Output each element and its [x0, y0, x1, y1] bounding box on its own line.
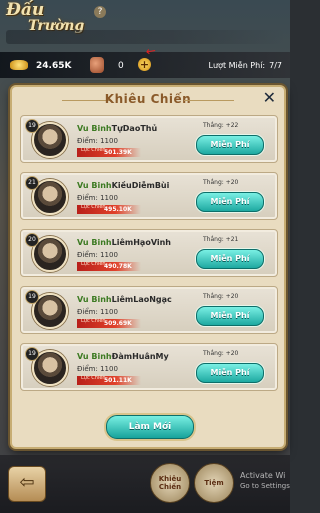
- opponent-card: 20 Vu BinhLiêmHạoVinh Điểm: 1100 Lực Chi…: [20, 229, 278, 277]
- free-challenge-button[interactable]: Miễn Phí: [196, 306, 264, 326]
- opponent-card: 19 Vu BinhĐàmHuânMy Điểm: 1100 Lực Chiến…: [20, 343, 278, 391]
- opponent-rank: Vu Binh: [77, 238, 112, 247]
- challenge-dialog: Khiêu Chiến ✕ 19 Vu BinhTựDaoThủ Điểm: 1…: [10, 85, 286, 449]
- combat-power-bar: Lực Chiến 509.69K: [77, 319, 141, 328]
- os-activation-watermark: Activate Wi Go to Settings: [240, 470, 290, 492]
- free-turns-value: 7/7: [269, 61, 282, 70]
- combat-power-label: Lực Chiến: [81, 204, 106, 210]
- combat-power-label: Lực Chiến: [81, 375, 106, 381]
- level-badge: 20: [25, 233, 39, 247]
- opponent-rank: Vu Binh: [77, 181, 112, 190]
- challenge-nav-button[interactable]: Khiêu Chiến: [150, 463, 190, 503]
- combat-power-bar: Lực Chiến 495.10K: [77, 205, 141, 214]
- opponent-nick: ĐàmHuânMy: [111, 352, 169, 361]
- level-badge: 21: [25, 176, 39, 190]
- opponent-rank: Vu Binh: [77, 124, 112, 133]
- opponent-card: 19 Vu BinhLiêmLaoNgạc Điểm: 1100 Lực Chi…: [20, 286, 278, 334]
- dialog-header: Khiêu Chiến ✕: [12, 87, 284, 111]
- combat-power-label: Lực Chiến: [81, 147, 106, 153]
- opponent-points: Điểm: 1100: [77, 365, 118, 373]
- close-button[interactable]: ✕: [263, 90, 276, 106]
- add-ticket-button[interactable]: +: [138, 58, 151, 71]
- opponent-rank: Vu Binh: [77, 352, 112, 361]
- combat-power-value: 501.39K: [104, 149, 132, 156]
- combat-power-label: Lực Chiến: [81, 318, 106, 324]
- opponent-nick: LiêmLaoNgạc: [111, 295, 172, 304]
- opponent-card: 19 Vu BinhTựDaoThủ Điểm: 1100 Lực Chiến …: [20, 115, 278, 163]
- opponent-name: Vu BinhTựDaoThủ: [77, 124, 157, 133]
- gold-icon: [10, 60, 28, 70]
- free-challenge-button[interactable]: Miễn Phí: [196, 363, 264, 383]
- free-challenge-button[interactable]: Miễn Phí: [196, 249, 264, 269]
- opponent-nick: TựDaoThủ: [111, 124, 158, 133]
- level-badge: 19: [25, 119, 39, 133]
- free-turns: Lượt Miễn Phí: 7/7: [205, 61, 282, 70]
- level-badge: 19: [25, 347, 39, 361]
- dialog-title: Khiêu Chiến: [104, 92, 192, 106]
- help-icon[interactable]: ?: [94, 6, 106, 18]
- background-resource-row: [6, 30, 284, 44]
- opponent-name: Vu BinhĐàmHuânMy: [77, 352, 169, 361]
- combat-power-label: Lực Chiến: [81, 261, 106, 267]
- activation-line2: Go to Settings: [240, 482, 290, 490]
- arena-title-line1: Đấu: [6, 0, 45, 20]
- free-challenge-button[interactable]: Miễn Phí: [196, 192, 264, 212]
- combat-power-value: 509.69K: [104, 320, 132, 327]
- level-badge: 19: [25, 290, 39, 304]
- combat-power-bar: Lực Chiến 501.11K: [77, 376, 141, 385]
- refresh-button[interactable]: Làm Mới: [106, 415, 194, 439]
- shop-nav-button[interactable]: Tiệm: [194, 463, 234, 503]
- opponent-name: Vu BinhLiêmHạoVinh: [77, 238, 171, 247]
- gold-amount: 24.65K: [36, 61, 72, 71]
- win-reward: Thắng: +20: [203, 293, 239, 300]
- opponent-nick: LiêmHạoVinh: [111, 238, 171, 247]
- combat-power-value: 501.11K: [104, 377, 132, 384]
- activation-line1: Activate Wi: [240, 471, 286, 480]
- opponent-name: Vu BinhKiềuDiễmBùi: [77, 181, 169, 190]
- win-reward: Thắng: +20: [203, 179, 239, 186]
- combat-power-value: 495.10K: [104, 206, 132, 213]
- win-reward: Thắng: +21: [203, 236, 239, 243]
- title-divider-right: [184, 100, 234, 101]
- ticket-bag-icon: [90, 57, 104, 73]
- opponent-name: Vu BinhLiêmLaoNgạc: [77, 295, 172, 304]
- combat-power-value: 490.78K: [104, 263, 132, 270]
- free-turns-label: Lượt Miễn Phí:: [208, 61, 266, 70]
- combat-power-bar: Lực Chiến 490.78K: [77, 262, 141, 271]
- opponent-points: Điểm: 1100: [77, 251, 118, 259]
- opponent-nick: KiềuDiễmBùi: [111, 181, 170, 190]
- opponent-points: Điểm: 1100: [77, 194, 118, 202]
- free-challenge-button[interactable]: Miễn Phí: [196, 135, 264, 155]
- combat-power-bar: Lực Chiến 501.39K: [77, 148, 141, 157]
- opponent-list: 19 Vu BinhTựDaoThủ Điểm: 1100 Lực Chiến …: [20, 115, 278, 400]
- win-reward: Thắng: +22: [203, 122, 239, 129]
- opponent-card: 21 Vu BinhKiềuDiễmBùi Điểm: 1100 Lực Chi…: [20, 172, 278, 220]
- win-reward: Thắng: +20: [203, 350, 239, 357]
- ticket-count: 0: [118, 61, 124, 71]
- opponent-points: Điểm: 1100: [77, 308, 118, 316]
- opponent-points: Điểm: 1100: [77, 137, 118, 145]
- opponent-rank: Vu Binh: [77, 295, 112, 304]
- back-button[interactable]: ⇦: [8, 466, 46, 502]
